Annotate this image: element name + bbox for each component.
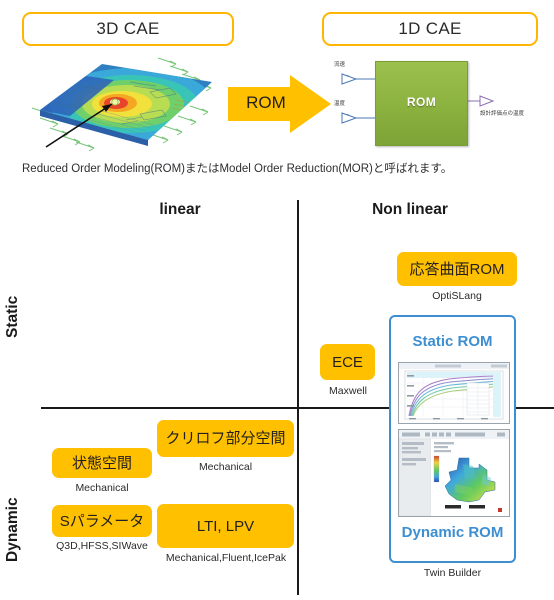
chip-response-surface-rom: 応答曲面ROM (397, 252, 517, 286)
input-label-temperature: 温度 (334, 101, 346, 107)
chip-state-space: 状態空間 (52, 448, 152, 478)
chip-krylov-subspace: クリロフ部分空間 (157, 420, 294, 457)
chip-ece: ECE (320, 344, 375, 380)
chip-lti-lpv-product: Mechanical,Fluent,IcePak (165, 552, 287, 564)
chip-lti-lpv: LTI, LPV (157, 504, 294, 548)
input-label-flow-velocity: 流速 (334, 62, 346, 68)
rom-caption: Reduced Order Modeling(ROM)またはModel Orde… (22, 163, 453, 175)
1d-cae-header-pill: 1D CAE (322, 12, 538, 46)
chip-krylov-subspace-label: クリロフ部分空間 (165, 430, 286, 447)
column-header-linear: linear (159, 201, 201, 218)
chip-state-space-label: 状態空間 (71, 454, 132, 472)
chip-state-space-product: Mechanical (75, 482, 129, 494)
dynamic-rom-title: Dynamic ROM (401, 524, 504, 541)
chip-response-surface-rom-label: 応答曲面ROM (409, 260, 505, 278)
output-label-design-point-temperature: 設計評価点の温度 (480, 111, 525, 117)
rom-block-diagram: ROM 流速 温度 設計評価点の温度 (330, 55, 552, 155)
rom-conversion-arrow: ROM (228, 73, 332, 135)
chip-ece-label: ECE (332, 353, 363, 371)
chip-s-parameter: Sパラメータ (52, 505, 152, 537)
3d-cae-header-pill: 3D CAE (22, 12, 234, 46)
matrix-vertical-axis (297, 200, 299, 595)
thermal-cfd-image (30, 48, 220, 152)
twin-builder-product-label: Twin Builder (423, 567, 482, 579)
3d-cae-label: 3D CAE (96, 19, 160, 38)
row-header-static: Static (4, 295, 21, 338)
rom-arrow-label: ROM (246, 93, 286, 112)
rom-green-block: ROM (375, 61, 468, 146)
rom-block-label: ROM (406, 95, 437, 109)
chip-response-surface-rom-product: OptiSLang (432, 290, 482, 302)
1d-cae-label: 1D CAE (398, 19, 462, 38)
dynamic-rom-thumbnail (398, 429, 510, 517)
static-rom-title: Static ROM (412, 333, 493, 350)
row-header-dynamic: Dynamic (4, 497, 21, 562)
chip-krylov-subspace-product: Mechanical (198, 461, 253, 473)
twin-builder-panel: Static ROM Dynamic ROM (389, 315, 516, 563)
chip-s-parameter-label: Sパラメータ (59, 512, 145, 530)
static-rom-thumbnail (398, 362, 510, 424)
column-header-non-linear: Non linear (372, 201, 448, 218)
chip-ece-product: Maxwell (329, 385, 367, 397)
chip-lti-lpv-label: LTI, LPV (196, 517, 255, 535)
